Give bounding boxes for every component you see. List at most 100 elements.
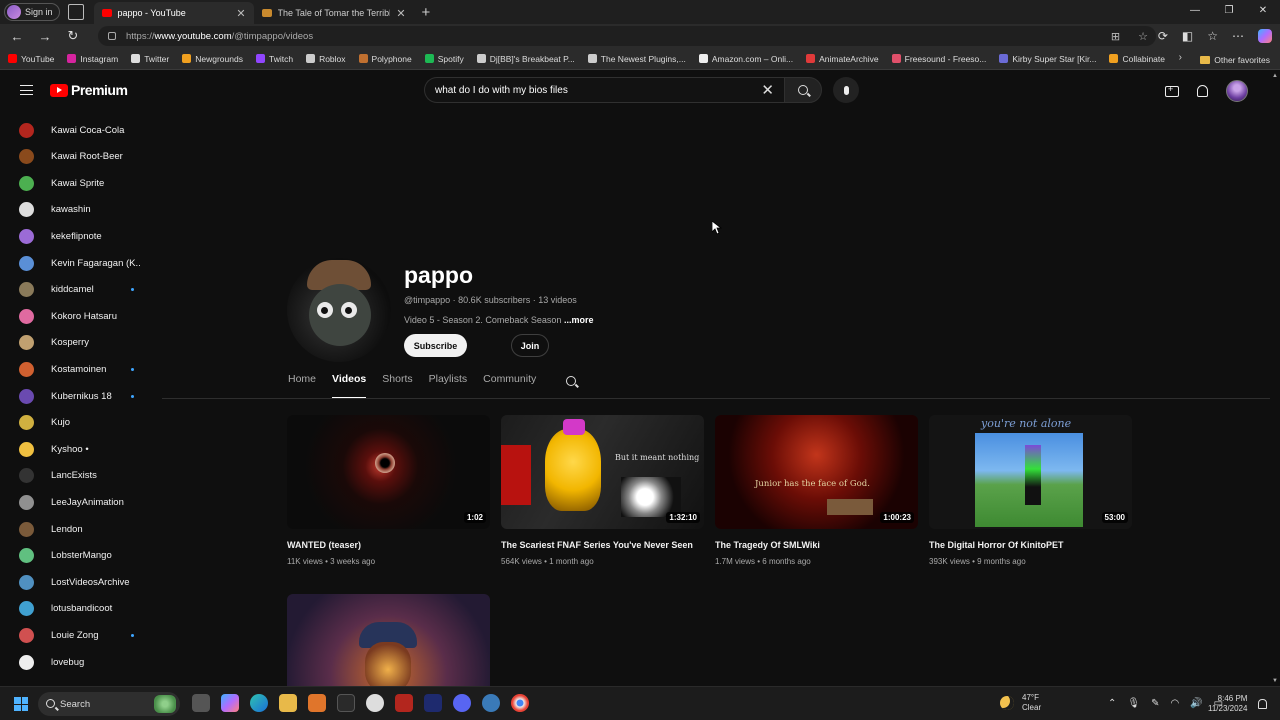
browser-tab-youtube[interactable]: pappo - YouTube ✕ — [93, 2, 254, 24]
favorites-icon[interactable]: ☆ — [1207, 29, 1218, 43]
file-explorer-icon[interactable] — [279, 694, 297, 712]
clear-search-icon[interactable]: ✕ — [761, 81, 774, 99]
youtube-premium-logo[interactable]: Premium — [50, 82, 128, 98]
account-avatar[interactable] — [1226, 80, 1248, 102]
tab-playlists[interactable]: Playlists — [429, 373, 468, 399]
sidebar-subscription-item[interactable]: LobsterMango — [0, 543, 160, 569]
new-tab-icon[interactable]: + — [422, 4, 431, 21]
tab-actions-icon[interactable] — [67, 4, 84, 20]
video-card[interactable] — [287, 594, 490, 686]
other-favorites[interactable]: Other favorites — [1200, 55, 1270, 65]
live-app-icon[interactable] — [337, 694, 355, 712]
flash-icon[interactable] — [395, 694, 413, 712]
sidebar-subscription-item[interactable]: Kostamoinen — [0, 356, 160, 382]
video-title[interactable]: WANTED (teaser) — [287, 540, 490, 550]
join-button[interactable]: Join — [511, 334, 549, 357]
forward-arrow-icon[interactable]: → — [34, 29, 56, 44]
tab-home[interactable]: Home — [288, 373, 316, 399]
wifi-icon[interactable]: ◠ — [1170, 698, 1179, 709]
sidebar-subscription-item[interactable]: Kokoro Hatsaru — [0, 303, 160, 329]
sidebar-subscription-item[interactable]: Kyshoo • — [0, 436, 160, 462]
channel-search-icon[interactable] — [566, 376, 576, 386]
network-app-icon[interactable] — [482, 694, 500, 712]
notifications-bell-icon[interactable] — [1197, 85, 1208, 97]
brave-icon[interactable] — [308, 694, 326, 712]
sidebar-subscription-item[interactable]: kekeflipnote — [0, 223, 160, 249]
bookmarks-overflow-chevron-icon[interactable]: › — [1179, 52, 1182, 63]
page-scrollbar[interactable]: ▲ ▼ — [1270, 71, 1280, 686]
video-thumbnail[interactable] — [287, 594, 490, 686]
more-link[interactable]: ...more — [564, 315, 594, 325]
close-tab-icon[interactable]: ✕ — [236, 7, 245, 20]
video-card[interactable]: But it meant nothing 1:32:10 The Scaries… — [501, 415, 704, 566]
refresh-extension-icon[interactable]: ⟳ — [1158, 29, 1168, 43]
bookmark-item[interactable]: Kirby Super Star [Kir... — [999, 54, 1096, 64]
sidebar-subscription-item[interactable]: kawashin — [0, 197, 160, 223]
sidebar-subscription-item[interactable]: LeeJayAnimation — [0, 489, 160, 515]
bookmark-item[interactable]: Dj[BB]'s Breakbeat P... — [476, 54, 575, 64]
copilot-app-icon[interactable] — [221, 694, 239, 712]
sidebar-subscription-item[interactable]: Kubernikus 18 — [0, 383, 160, 409]
close-window-icon[interactable]: ✕ — [1246, 0, 1280, 24]
profile-signin-button[interactable]: Sign in — [4, 3, 60, 21]
video-card[interactable]: Junior has the face of God. 1:00:23 The … — [715, 415, 918, 566]
menu-hamburger-icon[interactable] — [20, 85, 33, 95]
browser-tab-tomar[interactable]: The Tale of Tomar the Terrible (Ar ✕ — [254, 2, 414, 24]
video-thumbnail[interactable]: Junior has the face of God. 1:00:23 — [715, 415, 918, 529]
video-title[interactable]: The Scariest FNAF Series You've Never Se… — [501, 540, 704, 550]
tab-community[interactable]: Community — [483, 373, 536, 399]
bookmark-item[interactable]: Twitter — [131, 54, 169, 64]
copilot-icon[interactable] — [1258, 29, 1272, 43]
pen-icon[interactable]: ✎ — [1151, 698, 1159, 709]
bookmark-item[interactable]: Newgrounds — [182, 54, 243, 64]
tray-overflow-chevron-icon[interactable]: ⌃ — [1108, 698, 1116, 709]
scroll-up-icon[interactable]: ▲ — [1272, 73, 1278, 79]
bookmark-item[interactable]: Roblox — [306, 54, 346, 64]
sidebar-subscription-item[interactable]: lovebug — [0, 649, 160, 675]
create-video-icon[interactable] — [1165, 84, 1179, 97]
windows-start-icon[interactable] — [14, 697, 28, 711]
bookmark-item[interactable]: Instagram — [67, 54, 118, 64]
volume-icon[interactable]: 🔊 — [1190, 698, 1202, 709]
sidebar-subscription-item[interactable]: Kujo — [0, 410, 160, 436]
sidebar-subscription-item[interactable]: Lendon — [0, 516, 160, 542]
video-card[interactable]: 1:02 WANTED (teaser) 11K views • 3 weeks… — [287, 415, 490, 566]
weather-widget[interactable]: 47°F Clear — [1000, 693, 1041, 713]
app-available-icon[interactable]: ⊞ — [1111, 30, 1120, 43]
video-title[interactable]: The Digital Horror Of KinitoPET — [929, 540, 1132, 550]
refresh-icon[interactable]: ↻ — [62, 28, 84, 44]
subscribe-button[interactable]: Subscribe — [404, 334, 467, 357]
split-screen-icon[interactable]: ◧ — [1182, 29, 1193, 43]
notification-bell-icon[interactable] — [1258, 699, 1267, 709]
bookmark-item[interactable]: Polyphone — [358, 54, 412, 64]
bookmark-item[interactable]: Amazon.com – Onli... — [698, 54, 793, 64]
video-thumbnail[interactable]: you're not alone 53:00 — [929, 415, 1132, 529]
back-arrow-icon[interactable]: ← — [6, 29, 28, 44]
tab-videos[interactable]: Videos — [332, 373, 367, 399]
taskbar-search[interactable]: Search — [38, 692, 180, 716]
edge-icon[interactable] — [250, 694, 268, 712]
search-button[interactable] — [784, 77, 822, 103]
sidebar-subscription-item[interactable]: Louie Zong — [0, 622, 160, 648]
sidebar-subscription-item[interactable]: LostVideosArchive — [0, 569, 160, 595]
sidebar-subscription-item[interactable]: Kawai Coca-Cola — [0, 117, 160, 143]
chrome-icon[interactable] — [511, 694, 529, 712]
video-title[interactable]: The Tragedy Of SMLWiki — [715, 540, 918, 550]
bookmark-item[interactable]: YouTube — [8, 54, 54, 64]
close-tab-icon[interactable]: ✕ — [396, 7, 405, 20]
channel-description[interactable]: Video 5 - Season 2. Comeback Season ...m… — [404, 315, 593, 325]
bookmark-item[interactable]: Twitch — [255, 54, 293, 64]
animate-icon[interactable] — [424, 694, 442, 712]
sidebar-subscription-item[interactable]: Kevin Fagaragan (K... — [0, 250, 160, 276]
address-bar[interactable]: https://www.youtube.com/@timpappo/videos… — [98, 26, 1156, 46]
sidebar-subscription-item[interactable]: Kosperry — [0, 330, 160, 356]
sidebar-subscription-item[interactable]: Kawai Sprite — [0, 170, 160, 196]
task-view-icon[interactable] — [192, 694, 210, 712]
favorite-star-icon[interactable]: ☆ — [1138, 30, 1148, 43]
voice-search-button[interactable] — [833, 77, 859, 103]
bookmark-item[interactable]: Collabinate — [1109, 54, 1165, 64]
video-thumbnail[interactable]: But it meant nothing 1:32:10 — [501, 415, 704, 529]
search-input[interactable]: what do I do with my bios files ✕ — [424, 77, 784, 103]
tab-shorts[interactable]: Shorts — [382, 373, 412, 399]
sidebar-subscription-item[interactable]: kiddcamel — [0, 277, 160, 303]
